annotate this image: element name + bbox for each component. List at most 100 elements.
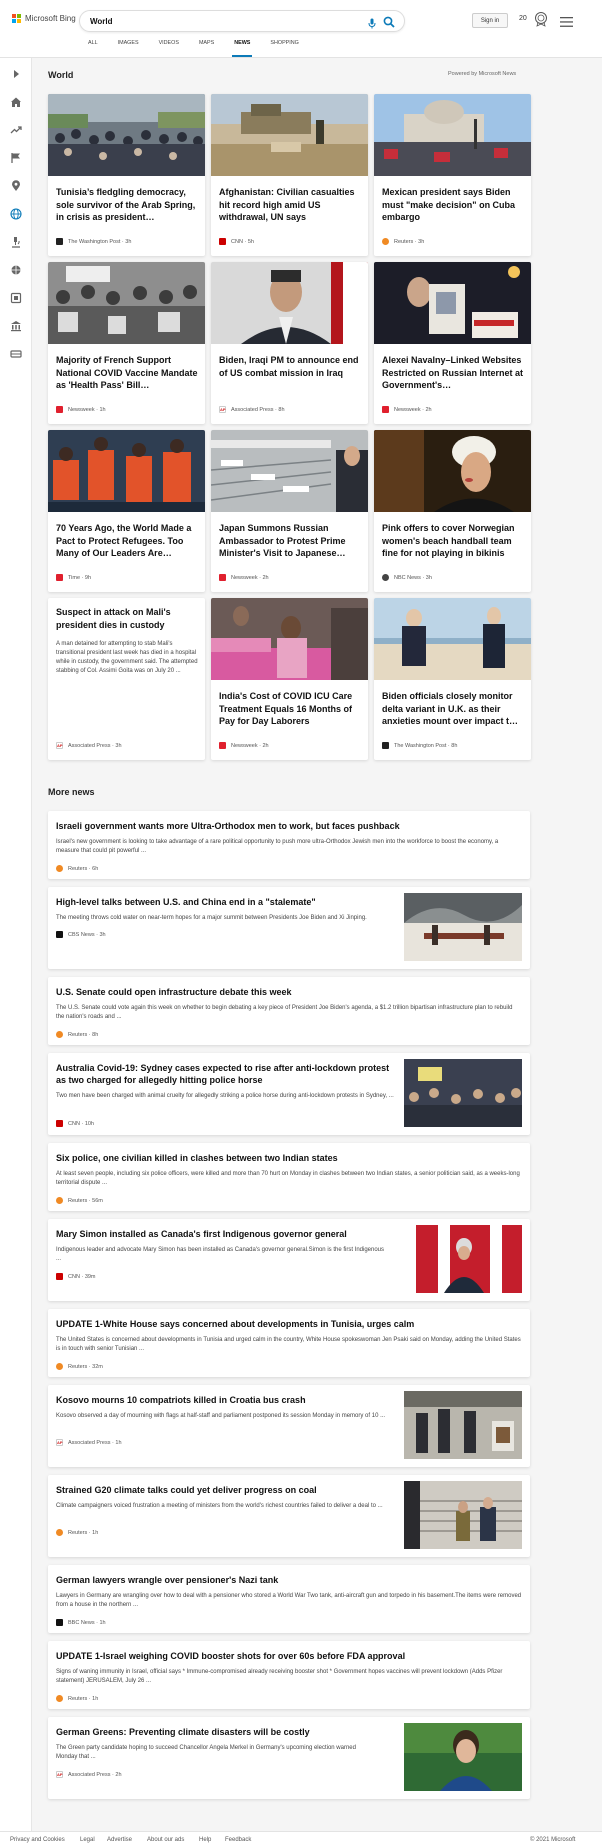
- card-title[interactable]: Biden, Iraqi PM to announce end of US co…: [219, 354, 361, 379]
- search-box[interactable]: [79, 10, 405, 32]
- news-list-item[interactable]: Israeli government wants more Ultra-Orth…: [48, 811, 530, 879]
- news-title[interactable]: Strained G20 climate talks could yet del…: [56, 1484, 317, 1496]
- news-card[interactable]: Suspect in attack on Mali's president di…: [48, 598, 205, 760]
- news-source[interactable]: Reuters · 56m: [56, 1197, 103, 1204]
- card-source[interactable]: AP Associated Press · 8h: [219, 406, 285, 413]
- card-source[interactable]: CNN · 5h: [219, 238, 254, 245]
- news-source[interactable]: Reuters · 1h: [56, 1695, 98, 1702]
- news-title[interactable]: Six police, one civilian killed in clash…: [56, 1152, 338, 1164]
- politics-icon[interactable]: [10, 320, 22, 332]
- news-title[interactable]: Mary Simon installed as Canada's first I…: [56, 1228, 347, 1240]
- card-source[interactable]: Reuters · 3h: [382, 238, 424, 245]
- card-source[interactable]: Newsweek · 2h: [219, 742, 269, 749]
- news-card[interactable]: India's Cost of COVID ICU Care Treatment…: [211, 598, 368, 760]
- news-list-item[interactable]: Australia Covid-19: Sydney cases expecte…: [48, 1053, 530, 1135]
- card-source[interactable]: The Washington Post · 3h: [56, 238, 131, 245]
- news-title[interactable]: High-level talks between U.S. and China …: [56, 896, 316, 908]
- news-source[interactable]: CNN · 39m: [56, 1273, 96, 1280]
- news-title[interactable]: Australia Covid-19: Sydney cases expecte…: [56, 1062, 396, 1086]
- tab-maps[interactable]: MAPS: [199, 40, 214, 57]
- tab-news[interactable]: NEWS: [232, 40, 253, 57]
- flag-icon[interactable]: [10, 152, 22, 164]
- news-card[interactable]: Biden officials closely monitor delta va…: [374, 598, 531, 760]
- trending-icon[interactable]: [10, 124, 22, 136]
- card-source[interactable]: Newsweek · 2h: [219, 574, 269, 581]
- card-source[interactable]: Newsweek · 2h: [382, 406, 432, 413]
- money-icon[interactable]: [10, 348, 22, 360]
- card-title[interactable]: Suspect in attack on Mali's president di…: [56, 606, 198, 631]
- card-source[interactable]: The Washington Post · 8h: [382, 742, 457, 749]
- card-source[interactable]: Time · 9h: [56, 574, 91, 581]
- search-icon[interactable]: [383, 15, 395, 33]
- news-list-item[interactable]: Six police, one civilian killed in clash…: [48, 1143, 530, 1211]
- tab-all[interactable]: ALL: [88, 40, 98, 57]
- card-title[interactable]: 70 Years Ago, the World Made a Pact to P…: [56, 522, 198, 560]
- news-card[interactable]: Afghanistan: Civilian casualties hit rec…: [211, 94, 368, 256]
- rewards-points[interactable]: 20: [519, 15, 527, 22]
- news-card[interactable]: Pink offers to cover Norwegian women's b…: [374, 430, 531, 592]
- card-title[interactable]: Japan Summons Russian Ambassador to Prot…: [219, 522, 361, 560]
- card-source[interactable]: AP Associated Press · 3h: [56, 742, 122, 749]
- microscope-icon[interactable]: [10, 236, 22, 248]
- news-list-item[interactable]: High-level talks between U.S. and China …: [48, 887, 530, 969]
- news-list-item[interactable]: UPDATE 1-White House says concerned abou…: [48, 1309, 530, 1377]
- news-list-item[interactable]: UPDATE 1-Israel weighing COVID booster s…: [48, 1641, 530, 1709]
- news-list-item[interactable]: Mary Simon installed as Canada's first I…: [48, 1219, 530, 1301]
- news-title[interactable]: UPDATE 1-White House says concerned abou…: [56, 1318, 414, 1330]
- news-list-item[interactable]: Kosovo mourns 10 compatriots killed in C…: [48, 1385, 530, 1467]
- card-title[interactable]: Mexican president says Biden must "make …: [382, 186, 524, 224]
- rewards-medal-icon[interactable]: [534, 11, 548, 32]
- news-card[interactable]: Tunisia’s fledgling democracy, sole surv…: [48, 94, 205, 256]
- location-pin-icon[interactable]: [10, 180, 22, 192]
- footer-link-privacy[interactable]: Privacy and Cookies: [10, 1837, 65, 1843]
- card-title[interactable]: Alexei Navalny–Linked Websites Restricte…: [382, 354, 524, 392]
- news-source[interactable]: CNN · 10h: [56, 1120, 94, 1127]
- card-title[interactable]: India's Cost of COVID ICU Care Treatment…: [219, 690, 361, 728]
- news-list-item[interactable]: German lawyers wrangle over pensioner's …: [48, 1565, 530, 1633]
- news-card[interactable]: Mexican president says Biden must "make …: [374, 94, 531, 256]
- news-source[interactable]: AP Associated Press · 1h: [56, 1439, 122, 1446]
- news-list-item[interactable]: U.S. Senate could open infrastructure de…: [48, 977, 530, 1045]
- expand-icon[interactable]: [10, 68, 22, 80]
- sports-icon[interactable]: [10, 264, 22, 276]
- news-source[interactable]: CBS News · 3h: [56, 931, 106, 938]
- globe-icon[interactable]: [10, 208, 22, 220]
- card-source[interactable]: NBC News · 3h: [382, 574, 432, 581]
- news-source[interactable]: Reuters · 8h: [56, 1031, 98, 1038]
- tab-videos[interactable]: VIDEOS: [159, 40, 179, 57]
- news-title[interactable]: Israeli government wants more Ultra-Orth…: [56, 820, 400, 832]
- menu-icon[interactable]: [560, 14, 573, 32]
- news-source[interactable]: Reuters · 6h: [56, 865, 98, 872]
- card-title[interactable]: Pink offers to cover Norwegian women's b…: [382, 522, 524, 560]
- home-icon[interactable]: [10, 96, 22, 108]
- sign-in-button[interactable]: Sign in: [472, 13, 508, 28]
- news-source[interactable]: Reuters · 1h: [56, 1529, 98, 1536]
- bing-logo[interactable]: Microsoft Bing: [12, 14, 76, 23]
- news-source[interactable]: BBC News · 1h: [56, 1619, 106, 1626]
- card-title[interactable]: Afghanistan: Civilian casualties hit rec…: [219, 186, 361, 224]
- news-source[interactable]: Reuters · 32m: [56, 1363, 103, 1370]
- card-title[interactable]: Majority of French Support National COVI…: [56, 354, 198, 392]
- news-list-item[interactable]: German Greens: Preventing climate disast…: [48, 1717, 530, 1799]
- entertainment-icon[interactable]: [10, 292, 22, 304]
- news-title[interactable]: U.S. Senate could open infrastructure de…: [56, 986, 292, 998]
- search-input[interactable]: [90, 14, 360, 29]
- tab-images[interactable]: IMAGES: [118, 40, 139, 57]
- news-title[interactable]: Kosovo mourns 10 compatriots killed in C…: [56, 1394, 306, 1406]
- news-title[interactable]: German lawyers wrangle over pensioner's …: [56, 1574, 278, 1586]
- microphone-icon[interactable]: [368, 16, 376, 34]
- news-title[interactable]: UPDATE 1-Israel weighing COVID booster s…: [56, 1650, 405, 1662]
- footer-link-advertise[interactable]: Advertise: [107, 1837, 132, 1843]
- footer-link-feedback[interactable]: Feedback: [225, 1837, 251, 1843]
- news-source[interactable]: AP Associated Press · 2h: [56, 1771, 122, 1778]
- footer-link-about-ads[interactable]: About our ads: [147, 1837, 184, 1843]
- card-title[interactable]: Biden officials closely monitor delta va…: [382, 690, 524, 728]
- footer-link-help[interactable]: Help: [199, 1837, 211, 1843]
- card-source[interactable]: Newsweek · 1h: [56, 406, 106, 413]
- news-list-item[interactable]: Strained G20 climate talks could yet del…: [48, 1475, 530, 1557]
- card-title[interactable]: Tunisia’s fledgling democracy, sole surv…: [56, 186, 198, 224]
- news-card[interactable]: Biden, Iraqi PM to announce end of US co…: [211, 262, 368, 424]
- news-card[interactable]: 70 Years Ago, the World Made a Pact to P…: [48, 430, 205, 592]
- news-card[interactable]: Alexei Navalny–Linked Websites Restricte…: [374, 262, 531, 424]
- news-card[interactable]: Majority of French Support National COVI…: [48, 262, 205, 424]
